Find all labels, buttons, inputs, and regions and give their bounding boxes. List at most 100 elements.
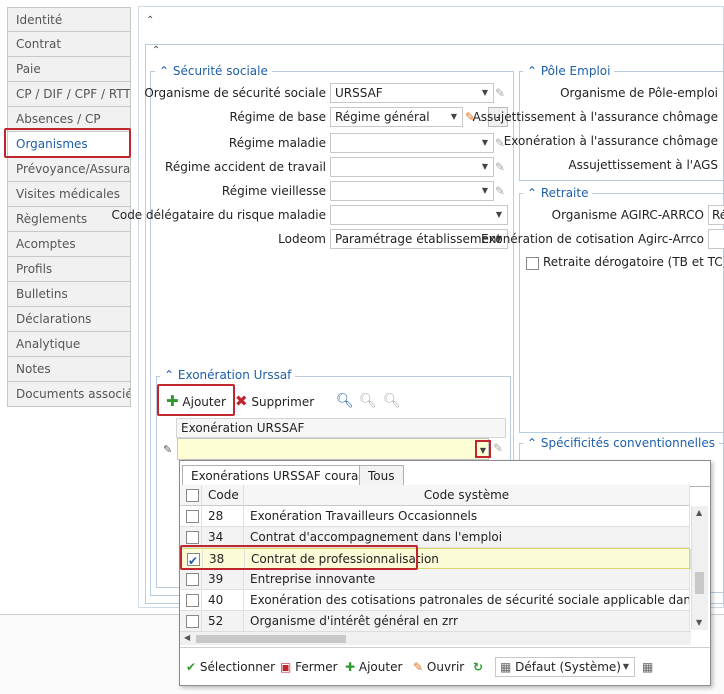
row-checkbox[interactable] [186, 510, 199, 523]
toolbar-divider [180, 647, 710, 648]
layout-select-value: Défaut (Système) [515, 660, 621, 674]
layout-select[interactable]: ▦ Défaut (Système) ▼ [495, 657, 635, 677]
regime-maladie-combo[interactable]: ▼ [330, 133, 494, 153]
grid-header-row: Code Code système [180, 485, 690, 506]
select-all-cell [180, 485, 202, 506]
row-checkbox[interactable] [186, 615, 199, 628]
tab-identite[interactable]: Identité [7, 7, 131, 32]
row-label: Organisme d'intérêt général en zrr [244, 611, 690, 632]
chevron-down-icon[interactable]: ▼ [491, 206, 507, 224]
row-label: Entreprise innovante [244, 569, 690, 590]
tab-visites-medicales[interactable]: Visites médicales [7, 182, 131, 207]
popup-add-button[interactable]: ✚ Ajouter [345, 657, 402, 677]
row-checkbox[interactable] [186, 573, 199, 586]
left-tab-list: Identité Contrat Paie CP / DIF / CPF / R… [7, 7, 131, 407]
label-regime-base: Régime de base [229, 110, 326, 124]
close-button[interactable]: ▣ Fermer [280, 657, 338, 677]
regime-base-value: Régime général [335, 110, 430, 124]
exoneration-title: ⌃ Exonération Urssaf [160, 368, 296, 382]
grid-settings-icon[interactable]: ▦ [642, 657, 653, 677]
collapse-chevron-icon[interactable]: ⌃ [164, 368, 178, 382]
chevron-up-icon[interactable]: ▲ [696, 508, 702, 517]
exoneration-edit-cell[interactable] [177, 438, 489, 460]
collapse-chevron-icon[interactable]: ⌃ [527, 436, 541, 450]
tab-profils[interactable]: Profils [7, 257, 131, 282]
edit-pencil-icon[interactable]: ✎ [495, 181, 505, 201]
table-row[interactable]: 52 Organisme d'intérêt général en zrr [180, 611, 690, 632]
scrollbar-thumb[interactable] [695, 572, 704, 594]
label-regime-vieillesse: Régime vieillesse [221, 184, 326, 198]
table-row[interactable]: 28 Exonération Travailleurs Occasionnels [180, 506, 690, 527]
delete-exoneration-button[interactable]: ✖ Supprimer [235, 391, 314, 412]
table-row[interactable]: 40 Exonération des cotisations patronale… [180, 590, 690, 611]
horizontal-scrollbar[interactable]: ◀ [180, 631, 691, 645]
chevron-down-icon[interactable]: ▼ [477, 134, 493, 152]
label-assujettissement-chomage: Assujettissement à l'assurance chômage [472, 110, 718, 124]
row-checkbox[interactable] [186, 594, 199, 607]
header-code[interactable]: Code [202, 485, 244, 506]
chevron-down-icon[interactable]: ▼ [696, 618, 702, 627]
collapse-chevron-icon[interactable]: ⌃ [527, 64, 541, 78]
vertical-scrollbar[interactable]: ▲ ▼ [691, 506, 708, 630]
tab-documents-associes[interactable]: Documents associés [7, 382, 131, 407]
tab-cp-dif-cpf-rtt[interactable]: CP / DIF / CPF / RTT [7, 82, 131, 107]
open-button[interactable]: ✎ Ouvrir [413, 657, 464, 677]
chevron-down-icon[interactable]: ▼ [477, 182, 493, 200]
close-window-icon: ▣ [280, 660, 292, 674]
row-code: 52 [202, 611, 244, 632]
chevron-down-icon[interactable]: ▼ [618, 658, 634, 676]
select-button[interactable]: ✔ Sélectionner [186, 657, 275, 677]
row-label: Exonération des cotisations patronales d… [244, 590, 690, 611]
lodeom-value: Paramétrage établissement [335, 232, 502, 246]
retraite-derogatoire-checkbox[interactable] [526, 257, 539, 270]
chevron-left-icon[interactable]: ◀ [184, 633, 190, 642]
collapse-chevron-icon[interactable]: ⌃ [152, 46, 162, 56]
close-label: Fermer [295, 660, 338, 674]
zoom-in-icon[interactable]: 🔍︎ [359, 391, 377, 411]
tab-tous[interactable]: Tous [359, 465, 404, 486]
collapse-chevron-icon[interactable]: ⌃ [146, 16, 156, 26]
tab-notes[interactable]: Notes [7, 357, 131, 382]
zoom-out-icon[interactable]: 🔍︎ [383, 391, 401, 411]
exoneration-dropdown-popup: Exonérations URSSAF courantes Tous Code … [179, 460, 711, 686]
search-icon[interactable]: 🔍︎ [336, 391, 354, 411]
specificites-title-text: Spécificités conventionnelles [540, 436, 715, 450]
chevron-down-icon[interactable]: ▼ [477, 158, 493, 176]
edit-pencil-icon[interactable]: ✎ [495, 157, 505, 177]
tab-prevoyance[interactable]: Prévoyance/Assurance [7, 157, 131, 182]
organisme-agirc-combo[interactable]: Ré [708, 205, 724, 225]
collapse-chevron-icon[interactable]: ⌃ [527, 186, 541, 200]
select-all-checkbox[interactable] [186, 489, 199, 502]
regime-vieillesse-combo[interactable]: ▼ [330, 181, 494, 201]
tab-analytique[interactable]: Analytique [7, 332, 131, 357]
tab-contrat[interactable]: Contrat [7, 32, 131, 57]
chevron-down-icon[interactable]: ▼ [477, 84, 493, 102]
label-organisme-pole: Organisme de Pôle-emploi [560, 86, 718, 100]
exoneration-agirc-combo[interactable] [708, 229, 724, 249]
chevron-down-icon[interactable]: ▼ [446, 108, 462, 126]
edit-pencil-icon[interactable]: ✎ [493, 438, 503, 458]
edit-pencil-icon[interactable]: ✎ [495, 83, 505, 103]
collapse-chevron-icon[interactable]: ⌃ [159, 64, 173, 78]
refresh-icon[interactable]: ↻ [473, 657, 483, 677]
row-checkbox[interactable] [186, 531, 199, 544]
organisme-secu-value: URSSAF [335, 86, 383, 100]
table-row[interactable]: 39 Entreprise innovante [180, 569, 690, 590]
row-label: Exonération Travailleurs Occasionnels [244, 506, 690, 527]
retraite-derogatoire-label: Retraite dérogatoire (TB et TC) [543, 255, 724, 269]
code-delegataire-combo[interactable]: ▼ [330, 205, 508, 225]
tab-declarations[interactable]: Déclarations [7, 307, 131, 332]
chevron-down-icon[interactable]: ▼ [475, 440, 491, 458]
regime-accident-combo[interactable]: ▼ [330, 157, 494, 177]
tab-paie[interactable]: Paie [7, 57, 131, 82]
scrollbar-thumb[interactable] [196, 635, 346, 643]
tab-acomptes[interactable]: Acomptes [7, 232, 131, 257]
regime-base-combo[interactable]: Régime général ▼ [330, 107, 463, 127]
organisme-secu-combo[interactable]: URSSAF ▼ [330, 83, 494, 103]
header-code-systeme[interactable]: Code système [244, 485, 690, 506]
row-code: 39 [202, 569, 244, 590]
popup-add-label: Ajouter [358, 660, 403, 674]
label-ags: Assujettissement à l'AGS [568, 158, 718, 172]
tab-bulletins[interactable]: Bulletins [7, 282, 131, 307]
label-lodeom: Lodeom [278, 232, 326, 246]
